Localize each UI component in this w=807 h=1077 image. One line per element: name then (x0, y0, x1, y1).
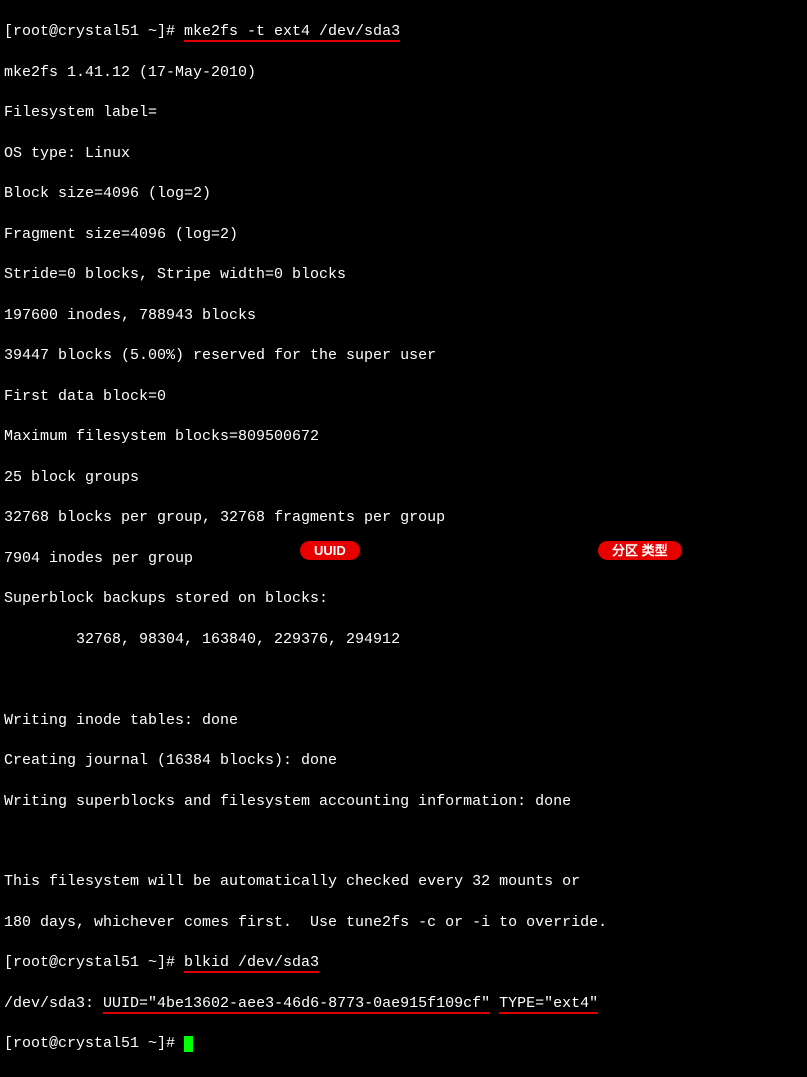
blk-uuid: UUID="4be13602-aee3-46d6-8773-0ae915f109… (103, 995, 490, 1014)
output-line: OS type: Linux (4, 144, 803, 164)
cmd-line-2: [root@crystal51 ~]# blkid /dev/sda3 (4, 953, 803, 973)
blkid-output: /dev/sda3: UUID="4be13602-aee3-46d6-8773… (4, 994, 803, 1014)
prompt: [root@crystal51 ~]# (4, 23, 184, 40)
output-line: Stride=0 blocks, Stripe width=0 blocks (4, 265, 803, 285)
blank-line (4, 670, 803, 690)
output-line: Creating journal (16384 blocks): done (4, 751, 803, 771)
output-line: 32768, 98304, 163840, 229376, 294912 (4, 630, 803, 650)
output-line: Block size=4096 (log=2) (4, 184, 803, 204)
output-line: First data block=0 (4, 387, 803, 407)
cmd-line-1: [root@crystal51 ~]# mke2fs -t ext4 /dev/… (4, 22, 803, 42)
output-line: 197600 inodes, 788943 blocks (4, 306, 803, 326)
output-line: Writing superblocks and filesystem accou… (4, 792, 803, 812)
output-line: 32768 blocks per group, 32768 fragments … (4, 508, 803, 528)
output-line: Maximum filesystem blocks=809500672 (4, 427, 803, 447)
output-line: 25 block groups (4, 468, 803, 488)
output-line: Superblock backups stored on blocks: (4, 589, 803, 609)
output-line: 7904 inodes per group (4, 549, 803, 569)
cmd-line-3: [root@crystal51 ~]# (4, 1034, 803, 1054)
output-line: This filesystem will be automatically ch… (4, 872, 803, 892)
output-line: Fragment size=4096 (log=2) (4, 225, 803, 245)
blank-line (4, 832, 803, 852)
blk-dev: /dev/sda3: (4, 995, 103, 1012)
annotation-badge-uuid: UUID (300, 541, 360, 560)
blk-type: TYPE="ext4" (499, 995, 598, 1014)
output-line: Writing inode tables: done (4, 711, 803, 731)
output-line: Filesystem label= (4, 103, 803, 123)
cursor[interactable] (184, 1036, 193, 1052)
annotation-badge-partition-type: 分区 类型 (598, 541, 682, 560)
output-line: mke2fs 1.41.12 (17-May-2010) (4, 63, 803, 83)
command-mke2fs: mke2fs -t ext4 /dev/sda3 (184, 23, 400, 42)
command-blkid: blkid /dev/sda3 (184, 954, 319, 973)
output-line: 39447 blocks (5.00%) reserved for the su… (4, 346, 803, 366)
prompt: [root@crystal51 ~]# (4, 954, 184, 971)
prompt: [root@crystal51 ~]# (4, 1035, 184, 1052)
output-line: 180 days, whichever comes first. Use tun… (4, 913, 803, 933)
terminal[interactable]: [root@crystal51 ~]# mke2fs -t ext4 /dev/… (0, 0, 807, 1077)
